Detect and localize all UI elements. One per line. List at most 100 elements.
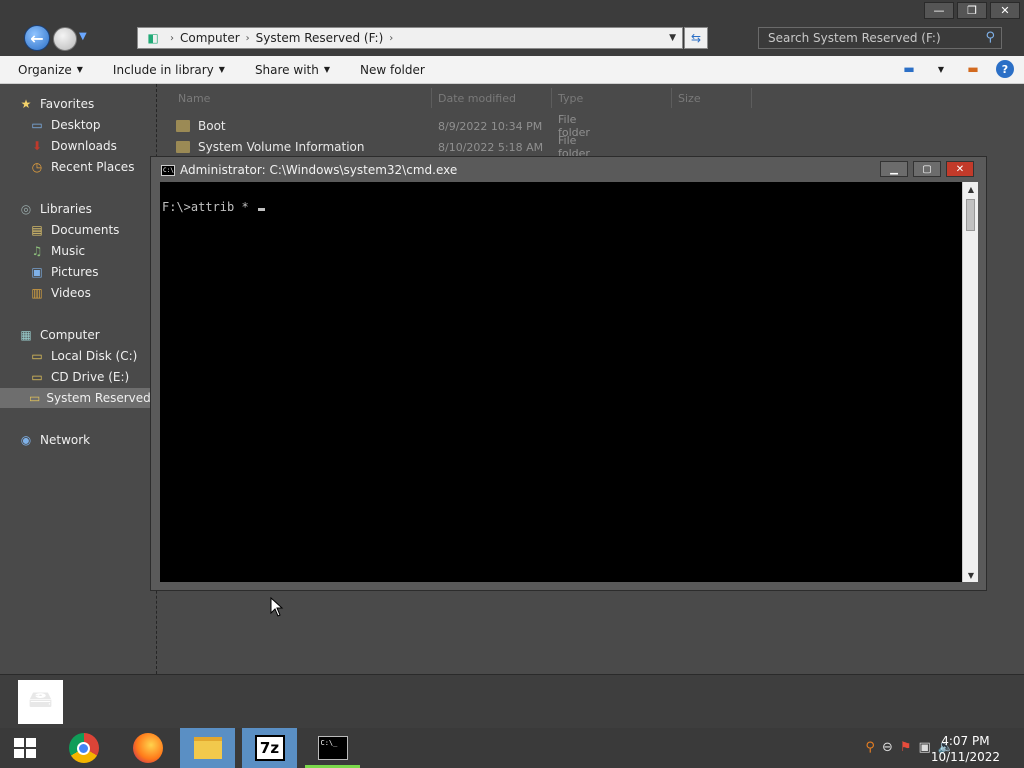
col-name-label: Name [178, 91, 211, 105]
new-folder-label: New folder [360, 62, 425, 77]
share-with-button[interactable]: Share with ▼ [255, 63, 330, 77]
explorer-minimize-button[interactable]: — [924, 2, 954, 19]
drive-icon: ▭ [31, 349, 43, 363]
arrow-left-icon: ← [30, 28, 44, 48]
scroll-down-icon[interactable]: ▼ [963, 568, 979, 582]
col-type-label: Type [558, 91, 584, 105]
cmd-maximize-button[interactable]: ▢ [913, 161, 941, 177]
chevron-right-icon[interactable]: › [246, 33, 250, 44]
drive-thumbnail-icon: 🖴 [18, 680, 63, 724]
taskbar-cmd[interactable]: C:\_ [305, 728, 360, 768]
pictures-icon: ▣ [31, 265, 43, 279]
table-row[interactable]: System Volume Information 8/10/2022 5:18… [176, 134, 590, 160]
view-options-icon[interactable]: ▬ [900, 60, 918, 78]
cmd-console[interactable]: F:\>attrib * [160, 182, 962, 582]
nav-network-label: Network [40, 433, 91, 447]
cmd-line: F:\>attrib * [162, 200, 256, 214]
nav-downloads-label: Downloads [51, 139, 117, 153]
scroll-up-icon[interactable]: ▲ [963, 182, 979, 196]
include-in-library-button[interactable]: Include in library ▼ [113, 63, 225, 77]
details-pane: 🖴 [0, 674, 1024, 728]
nav-item-system-reserved-f[interactable]: ▭ System Reserved (F:) [0, 388, 157, 408]
taskbar-chrome[interactable] [56, 728, 111, 768]
star-icon: ★ [20, 97, 32, 111]
flag-icon[interactable]: ⚑ [900, 740, 912, 755]
nav-libraries-label: Libraries [40, 202, 92, 216]
new-folder-button[interactable]: New folder [360, 63, 425, 77]
breadcrumb-computer[interactable]: Computer [180, 31, 240, 45]
folder-icon [176, 120, 190, 132]
explorer-title-bar: — ❐ ✕ [0, 0, 1024, 22]
chevron-right-icon[interactable]: › [389, 33, 393, 44]
view-dropdown-icon[interactable]: ▼ [932, 60, 950, 78]
network-icon: ◉ [20, 433, 32, 447]
downloads-icon: ⬇ [31, 139, 43, 153]
explorer-close-button[interactable]: ✕ [990, 2, 1020, 19]
nav-recent-label: Recent Places [51, 160, 135, 174]
cmd-scrollbar[interactable]: ▲ ▼ [962, 182, 978, 582]
drive-icon: ▭ [29, 391, 41, 405]
preview-pane-icon[interactable]: ▬ [964, 60, 982, 78]
nav-favorites[interactable]: ★ Favorites [18, 94, 175, 114]
nav-local-disk-label: Local Disk (C:) [51, 349, 138, 363]
explorer-window-controls: — ❐ ✕ [924, 2, 1020, 19]
column-header-size[interactable]: Size [672, 88, 752, 108]
taskbar-firefox[interactable] [120, 728, 175, 768]
search-tray-icon[interactable]: ⚲ [865, 740, 875, 755]
file-date: 8/9/2022 10:34 PM [438, 119, 543, 133]
back-button[interactable]: ← [24, 25, 50, 51]
network-tray-icon[interactable]: ▣ [919, 740, 931, 755]
videos-icon: ▥ [31, 286, 43, 300]
cmd-window[interactable]: C:\ Administrator: C:\Windows\system32\c… [150, 156, 987, 591]
mouse-pointer-icon [270, 596, 284, 620]
column-header-type[interactable]: Type [552, 88, 672, 108]
search-icon[interactable]: ⚲ [985, 30, 995, 45]
file-name: System Volume Information [198, 140, 365, 154]
forward-button[interactable] [53, 27, 77, 51]
nav-system-reserved-label: System Reserved (F:) [46, 391, 157, 405]
include-in-library-label: Include in library [112, 62, 214, 77]
address-dropdown-icon[interactable]: ▼ [669, 33, 676, 43]
cd-drive-icon: ▭ [31, 370, 43, 384]
refresh-icon: ⇆ [690, 31, 702, 45]
taskbar-file-explorer[interactable] [180, 728, 235, 768]
nav-favorites-label: Favorites [40, 97, 95, 111]
table-row[interactable]: Boot 8/9/2022 10:34 PM File folder [176, 113, 590, 139]
command-bar: Organize ▼ Include in library ▼ Share with… [0, 56, 1024, 84]
organize-button[interactable]: Organize ▼ [18, 63, 83, 77]
nav-desktop-label: Desktop [51, 118, 101, 132]
column-header-date[interactable]: Date modified [432, 88, 552, 108]
chrome-icon [68, 733, 99, 763]
cmd-minimize-button[interactable]: ▁ [880, 161, 908, 177]
computer-icon: ▦ [20, 328, 32, 342]
file-explorer-icon [193, 737, 222, 759]
cmd-title: Administrator: C:\Windows\system32\cmd.e… [180, 163, 458, 177]
search-placeholder: Search System Reserved (F:) [768, 31, 941, 45]
column-header-name[interactable]: Name [172, 88, 432, 108]
search-input[interactable]: Search System Reserved (F:) ⚲ [758, 27, 1002, 49]
scrollbar-thumb[interactable] [966, 199, 975, 231]
file-name: Boot [198, 119, 226, 133]
address-bar[interactable]: ◧ › Computer › System Reserved (F:) › ▼ [137, 27, 683, 49]
7zip-icon: 7z [254, 735, 285, 761]
music-icon: ♫ [31, 244, 43, 258]
explorer-maximize-button[interactable]: ❐ [957, 2, 987, 19]
recent-places-icon: ◷ [31, 160, 43, 174]
file-date: 8/10/2022 5:18 AM [438, 140, 544, 154]
chevron-right-icon[interactable]: › [170, 33, 174, 44]
share-with-label: Share with [254, 62, 319, 77]
cmd-close-button[interactable]: ✕ [946, 161, 974, 177]
history-dropdown-icon[interactable]: ▼ [79, 31, 87, 42]
taskbar-7zip[interactable]: 7z [242, 728, 297, 768]
nav-videos-label: Videos [51, 286, 91, 300]
help-icon[interactable]: ? [996, 60, 1014, 78]
clock[interactable]: 4:07 PM 10/11/2022 [931, 733, 1000, 765]
clock-date: 10/11/2022 [930, 750, 1000, 764]
refresh-button[interactable]: ⇆ [684, 27, 708, 49]
caret-down-icon: ▼ [218, 65, 225, 74]
documents-icon: ▤ [31, 223, 43, 237]
breadcrumb-system-reserved[interactable]: System Reserved (F:) [256, 31, 384, 45]
status-tray-icon[interactable]: ⊖ [882, 740, 893, 755]
windows-start-icon[interactable] [14, 738, 36, 758]
taskbar: 7z C:\_ ⚲ ⊖ ⚑ ▣ 🔈 4:07 PM 10/11/2022 [0, 728, 1024, 768]
